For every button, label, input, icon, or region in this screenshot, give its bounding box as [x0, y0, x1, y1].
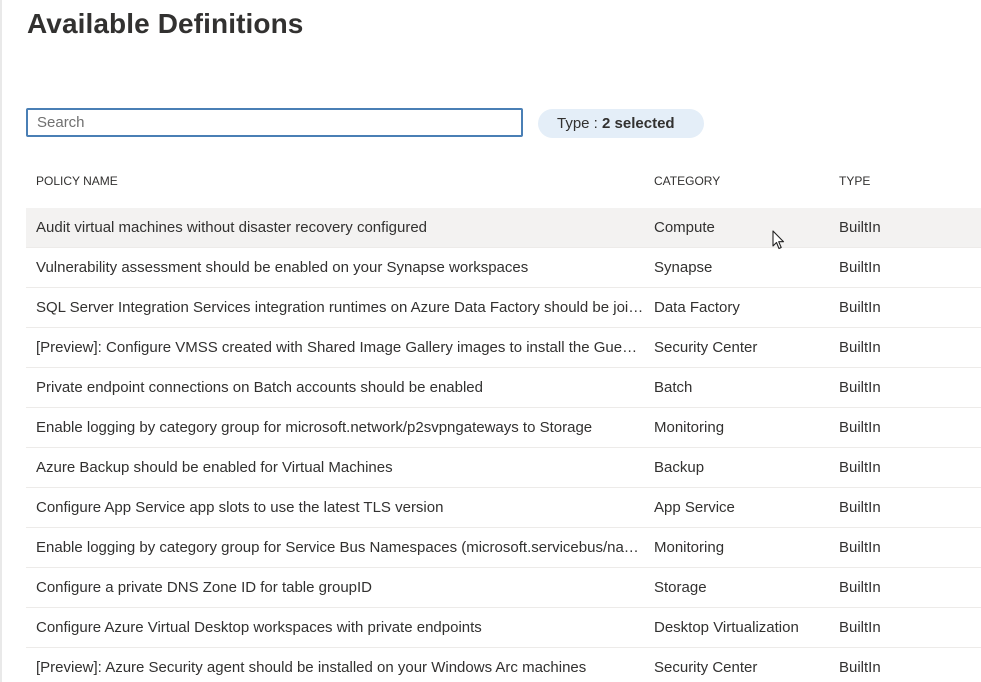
type-filter-pill[interactable]: Type : 2 selected	[538, 109, 704, 138]
table-row[interactable]: Configure Azure Virtual Desktop workspac…	[26, 608, 981, 648]
category-cell: Batch	[654, 379, 693, 396]
type-cell: BuiltIn	[839, 579, 881, 596]
page-title: Available Definitions	[27, 8, 304, 39]
type-cell: BuiltIn	[839, 539, 881, 556]
table-row[interactable]: Private endpoint connections on Batch ac…	[26, 368, 981, 408]
policy-name-cell: Configure App Service app slots to use t…	[36, 499, 444, 516]
policy-name-cell: [Preview]: Azure Security agent should b…	[36, 659, 587, 676]
policy-name-cell: Enable logging by category group for Ser…	[36, 539, 644, 556]
panel-left-border	[0, 0, 2, 682]
type-cell: BuiltIn	[839, 619, 881, 636]
type-cell: BuiltIn	[839, 299, 881, 316]
category-cell: Synapse	[654, 259, 713, 276]
category-cell: Security Center	[654, 659, 758, 676]
policy-name-cell: SQL Server Integration Services integrat…	[36, 299, 644, 316]
definitions-table: Audit virtual machines without disaster …	[26, 208, 981, 682]
available-definitions-panel: Available Definitions Type : 2 selected …	[0, 0, 981, 682]
type-cell: BuiltIn	[839, 419, 881, 436]
type-filter-value: 2 selected	[602, 115, 675, 132]
category-cell: Desktop Virtualization	[654, 619, 799, 636]
table-row[interactable]: Configure a private DNS Zone ID for tabl…	[26, 568, 981, 608]
table-row[interactable]: [Preview]: Azure Security agent should b…	[26, 648, 981, 682]
column-header-policy-name[interactable]: POLICY NAME	[36, 174, 118, 188]
type-cell: BuiltIn	[839, 219, 881, 236]
type-cell: BuiltIn	[839, 259, 881, 276]
table-row[interactable]: Enable logging by category group for mic…	[26, 408, 981, 448]
category-cell: Monitoring	[654, 539, 725, 556]
type-filter-label: Type :	[557, 115, 603, 132]
column-header-category[interactable]: CATEGORY	[654, 174, 720, 188]
type-cell: BuiltIn	[839, 379, 881, 396]
column-header-type[interactable]: TYPE	[839, 174, 870, 188]
policy-name-cell: Configure Azure Virtual Desktop workspac…	[36, 619, 482, 636]
category-cell: Compute	[654, 219, 715, 236]
policy-name-cell: Private endpoint connections on Batch ac…	[36, 379, 483, 396]
table-row[interactable]: Enable logging by category group for Ser…	[26, 528, 981, 568]
category-cell: Data Factory	[654, 299, 740, 316]
mouse-pointer-icon	[772, 230, 785, 250]
type-cell: BuiltIn	[839, 459, 881, 476]
table-row[interactable]: Configure App Service app slots to use t…	[26, 488, 981, 528]
category-cell: Monitoring	[654, 419, 725, 436]
table-row[interactable]: Audit virtual machines without disaster …	[26, 208, 981, 248]
policy-name-cell: Enable logging by category group for mic…	[36, 419, 593, 436]
policy-name-cell: Azure Backup should be enabled for Virtu…	[36, 459, 393, 476]
category-cell: Storage	[654, 579, 707, 596]
table-row[interactable]: Vulnerability assessment should be enabl…	[26, 248, 981, 288]
policy-name-cell: [Preview]: Configure VMSS created with S…	[36, 339, 644, 356]
policy-name-cell: Vulnerability assessment should be enabl…	[36, 259, 529, 276]
table-row[interactable]: SQL Server Integration Services integrat…	[26, 288, 981, 328]
type-cell: BuiltIn	[839, 499, 881, 516]
search-input[interactable]	[26, 108, 523, 137]
category-cell: Backup	[654, 459, 705, 476]
policy-name-cell: Audit virtual machines without disaster …	[36, 219, 428, 236]
category-cell: Security Center	[654, 339, 758, 356]
type-cell: BuiltIn	[839, 659, 881, 676]
category-cell: App Service	[654, 499, 735, 516]
type-cell: BuiltIn	[839, 339, 881, 356]
table-row[interactable]: [Preview]: Configure VMSS created with S…	[26, 328, 981, 368]
policy-name-cell: Configure a private DNS Zone ID for tabl…	[36, 579, 372, 596]
table-row[interactable]: Azure Backup should be enabled for Virtu…	[26, 448, 981, 488]
table-header: POLICY NAME CATEGORY TYPE	[26, 172, 981, 192]
